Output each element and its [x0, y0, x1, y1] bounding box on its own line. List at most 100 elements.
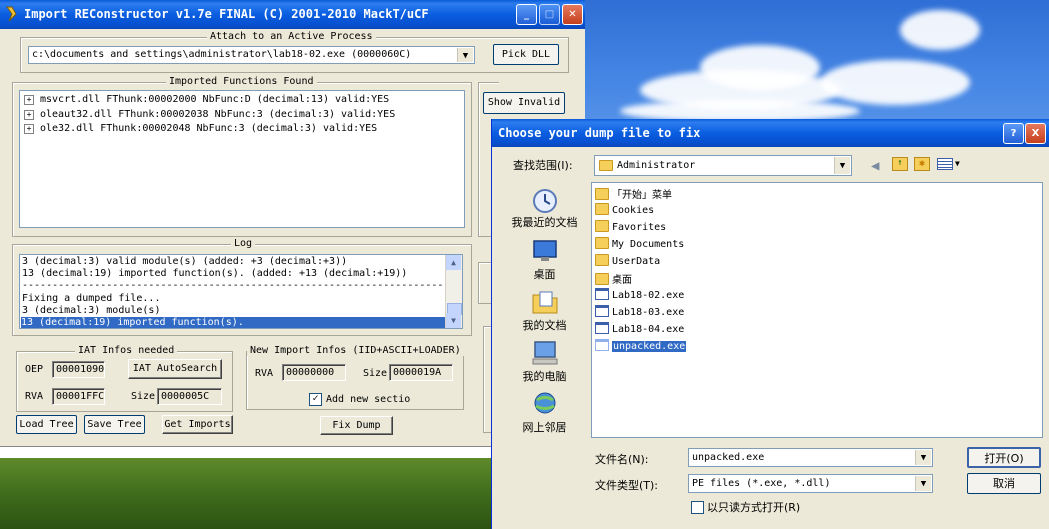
- list-item[interactable]: Lab18-02.exe: [595, 288, 684, 303]
- minimize-icon: _: [524, 9, 529, 20]
- list-item[interactable]: 「开始」菜单: [595, 186, 672, 201]
- chevron-down-icon[interactable]: ▼: [915, 476, 931, 491]
- checkmark-icon: ✓: [312, 393, 319, 404]
- imports-group-label: Imported Functions Found: [166, 76, 317, 87]
- pick-dll-button[interactable]: Pick DLL: [493, 44, 559, 65]
- list-item[interactable]: My Documents: [595, 237, 684, 252]
- list-item[interactable]: Lab18-03.exe: [595, 305, 684, 320]
- close-icon: ✕: [568, 9, 577, 20]
- minimize-button[interactable]: _: [516, 4, 537, 25]
- help-icon: ?: [1010, 128, 1017, 139]
- cancel-button[interactable]: 取消: [967, 473, 1041, 494]
- exe-file-icon: [595, 288, 609, 300]
- expand-icon[interactable]: +: [24, 110, 34, 120]
- maximize-button[interactable]: □: [539, 4, 560, 25]
- desktop-grass: [0, 458, 500, 529]
- my-computer-icon: [531, 340, 559, 366]
- process-combo-value: c:\documents and settings\administrator\…: [32, 49, 412, 60]
- app-icon: [4, 5, 20, 23]
- chevron-down-icon[interactable]: ▼: [834, 157, 850, 174]
- dialog-titlebar[interactable]: Choose your dump file to fix ? X: [492, 119, 1049, 147]
- list-item-selected[interactable]: unpacked.exe: [595, 339, 687, 354]
- list-item[interactable]: 桌面: [595, 271, 632, 286]
- load-tree-button[interactable]: Load Tree: [16, 415, 77, 434]
- desktop-icon: [531, 238, 559, 264]
- log-list[interactable]: 3 (decimal:3) valid module(s) (added: +3…: [19, 254, 463, 329]
- folder-icon: [595, 188, 609, 200]
- fix-dump-button[interactable]: Fix Dump: [320, 416, 393, 435]
- list-item[interactable]: Favorites: [595, 220, 666, 235]
- filename-label: 文件名(N):: [595, 453, 649, 466]
- up-folder-icon[interactable]: ↑: [892, 157, 908, 171]
- filetype-value: PE files (*.exe, *.dll): [692, 478, 831, 489]
- chevron-down-icon[interactable]: ▼: [955, 159, 960, 168]
- import-row[interactable]: + ole32.dll FThunk:00002048 NbFunc:3 (dec…: [24, 123, 377, 134]
- file-name: UserData: [612, 256, 661, 267]
- add-section-checkbox[interactable]: ✓: [309, 393, 322, 406]
- oep-label: OEP: [25, 364, 44, 375]
- back-icon[interactable]: ◀: [871, 158, 879, 174]
- folder-icon: [595, 220, 609, 232]
- place-network[interactable]: 网上邻居: [505, 391, 584, 435]
- folder-icon: [595, 203, 609, 215]
- expand-icon[interactable]: +: [24, 124, 34, 134]
- new-rva-label: RVA: [255, 368, 274, 379]
- readonly-checkbox[interactable]: [691, 501, 704, 514]
- import-row[interactable]: + msvcrt.dll FThunk:00002000 NbFunc:D (de…: [24, 94, 389, 105]
- open-button[interactable]: 打开(O): [967, 447, 1041, 468]
- exe-file-icon: [595, 322, 609, 334]
- file-name: Lab18-02.exe: [612, 290, 685, 301]
- new-rva-field[interactable]: 00000000: [282, 364, 346, 381]
- log-line-selected: 13 (decimal:19) imported function(s).: [21, 317, 445, 328]
- oep-field[interactable]: 00001090: [52, 361, 105, 378]
- close-button[interactable]: ✕: [562, 4, 583, 25]
- scroll-up-button[interactable]: ▲: [446, 255, 461, 270]
- chevron-down-icon[interactable]: ▼: [457, 48, 473, 62]
- dialog-close-button[interactable]: X: [1025, 123, 1046, 144]
- help-button[interactable]: ?: [1003, 123, 1024, 144]
- file-list[interactable]: 「开始」菜单 Cookies Favorites My Documents Us…: [591, 182, 1043, 438]
- get-imports-button[interactable]: Get Imports: [162, 415, 233, 434]
- import-row-text: oleaut32.dll FThunk:00002038 NbFunc:3 (d…: [40, 109, 396, 120]
- imports-tree[interactable]: + msvcrt.dll FThunk:00002000 NbFunc:D (de…: [19, 90, 465, 228]
- filename-combo[interactable]: unpacked.exe ▼: [688, 448, 933, 467]
- size-field[interactable]: 0000005C: [157, 388, 222, 405]
- iat-autosearch-label: IAT AutoSearch: [132, 363, 218, 374]
- chevron-down-icon[interactable]: ▼: [915, 450, 931, 465]
- view-menu-icon[interactable]: [937, 158, 953, 170]
- filetype-label: 文件类型(T):: [595, 479, 659, 492]
- new-import-group-label: New Import Infos (IID+ASCII+LOADER): [247, 345, 464, 356]
- open-label: 打开(O): [984, 452, 1024, 465]
- list-item[interactable]: Cookies: [595, 203, 654, 218]
- scroll-down-button[interactable]: ▼: [446, 313, 461, 328]
- log-group-label: Log: [231, 238, 256, 249]
- list-item[interactable]: Lab18-04.exe: [595, 322, 684, 337]
- place-desktop[interactable]: 桌面: [505, 238, 584, 282]
- file-name: Lab18-03.exe: [612, 307, 685, 318]
- imprec-titlebar[interactable]: Import REConstructor v1.7e FINAL (C) 200…: [0, 0, 585, 29]
- place-label: 我最近的文档: [511, 216, 578, 229]
- look-in-combo[interactable]: Administrator ▼: [594, 155, 852, 176]
- import-row[interactable]: + oleaut32.dll FThunk:00002038 NbFunc:3 (…: [24, 109, 395, 120]
- cloud: [900, 10, 980, 50]
- place-my-computer[interactable]: 我的电脑: [505, 340, 584, 384]
- log-line: ----------------------------------------…: [22, 280, 444, 291]
- log-line: 13 (decimal:19) imported function(s). (a…: [22, 268, 408, 279]
- place-label: 网上邻居: [522, 421, 567, 434]
- filename-value: unpacked.exe: [692, 452, 765, 463]
- log-scrollbar[interactable]: ▲ ▼: [445, 255, 462, 328]
- new-size-field[interactable]: 0000019A: [389, 364, 453, 381]
- save-tree-button[interactable]: Save Tree: [84, 415, 145, 434]
- place-label: 桌面: [533, 268, 556, 281]
- process-combo[interactable]: c:\documents and settings\administrator\…: [28, 46, 475, 64]
- place-my-documents[interactable]: 我的文档: [505, 289, 584, 333]
- expand-icon[interactable]: +: [24, 95, 34, 105]
- iat-autosearch-button[interactable]: IAT AutoSearch: [128, 359, 222, 379]
- iat-group-label: IAT Infos needed: [75, 345, 178, 356]
- list-item[interactable]: UserData: [595, 254, 660, 269]
- rva-field[interactable]: 00001FFC: [52, 388, 105, 405]
- filetype-combo[interactable]: PE files (*.exe, *.dll) ▼: [688, 474, 933, 493]
- log-line: Fixing a dumped file...: [22, 293, 161, 304]
- place-recent[interactable]: 我最近的文档: [505, 186, 584, 230]
- new-folder-icon[interactable]: ✱: [914, 157, 930, 171]
